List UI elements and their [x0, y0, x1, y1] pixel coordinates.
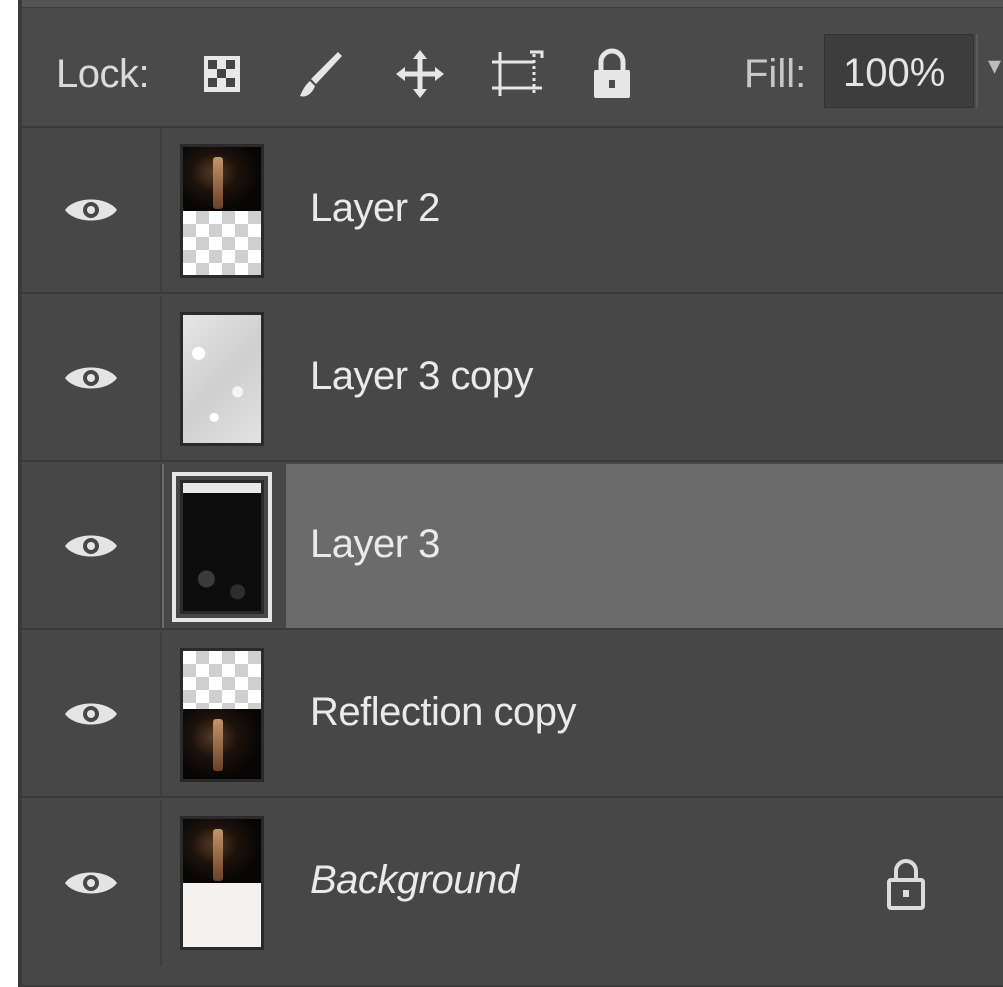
lock-transparent-pixels-icon[interactable]	[192, 44, 252, 104]
eye-icon	[65, 199, 117, 221]
layer-thumbnail-cell[interactable]	[164, 800, 286, 985]
layer-row-layer-3-copy[interactable]: Layer 3 copy	[22, 296, 1003, 462]
eye-icon	[65, 703, 117, 725]
layer-thumbnail	[180, 816, 264, 950]
layer-thumbnail-cell[interactable]	[164, 632, 286, 796]
lock-position-move-icon[interactable]	[390, 44, 450, 104]
layer-thumbnail-selected	[172, 472, 272, 622]
layer-row-reflection-copy[interactable]: Reflection copy	[22, 632, 1003, 798]
lock-toolbar: Lock: Fill: 100% ▾	[22, 8, 1003, 128]
layer-thumbnail	[180, 312, 264, 446]
layer-thumbnail-cell[interactable]	[164, 128, 286, 292]
eye-icon	[65, 367, 117, 389]
layer-lock-icon[interactable]	[884, 856, 928, 912]
eye-icon	[65, 872, 117, 894]
layers-panel: Lock: Fill: 100% ▾ Layer 2 Layer 3 copy …	[18, 0, 1003, 987]
layer-row-layer-3[interactable]: Layer 3	[22, 464, 1003, 630]
lock-label: Lock:	[56, 52, 150, 96]
layer-thumbnail-cell[interactable]	[164, 464, 286, 628]
visibility-toggle[interactable]	[22, 296, 162, 460]
lock-image-pixels-brush-icon[interactable]	[290, 44, 350, 104]
visibility-toggle[interactable]	[22, 128, 162, 292]
fill-input[interactable]: 100%	[824, 34, 974, 108]
visibility-toggle[interactable]	[22, 800, 162, 966]
eye-icon	[65, 535, 117, 557]
layer-thumbnail	[180, 648, 264, 782]
layer-row-layer-2[interactable]: Layer 2	[22, 128, 1003, 294]
visibility-toggle[interactable]	[22, 632, 162, 796]
lock-all-icon[interactable]	[582, 44, 642, 104]
visibility-toggle[interactable]	[22, 464, 162, 628]
layer-name[interactable]: Layer 2	[310, 186, 440, 231]
lock-artboard-icon[interactable]	[488, 44, 548, 104]
layer-name[interactable]: Layer 3	[310, 522, 440, 567]
layer-thumbnail-cell[interactable]	[164, 296, 286, 460]
fill-label: Fill:	[744, 52, 807, 96]
layer-name[interactable]: Layer 3 copy	[310, 354, 534, 399]
panel-top-strip	[22, 0, 1003, 8]
layer-name[interactable]: Reflection copy	[310, 690, 576, 735]
chevron-down-icon[interactable]: ▾	[976, 34, 1003, 108]
layer-name[interactable]: Background	[310, 858, 519, 903]
layer-thumbnail	[180, 144, 264, 278]
layer-row-background[interactable]: Background	[22, 800, 1003, 987]
